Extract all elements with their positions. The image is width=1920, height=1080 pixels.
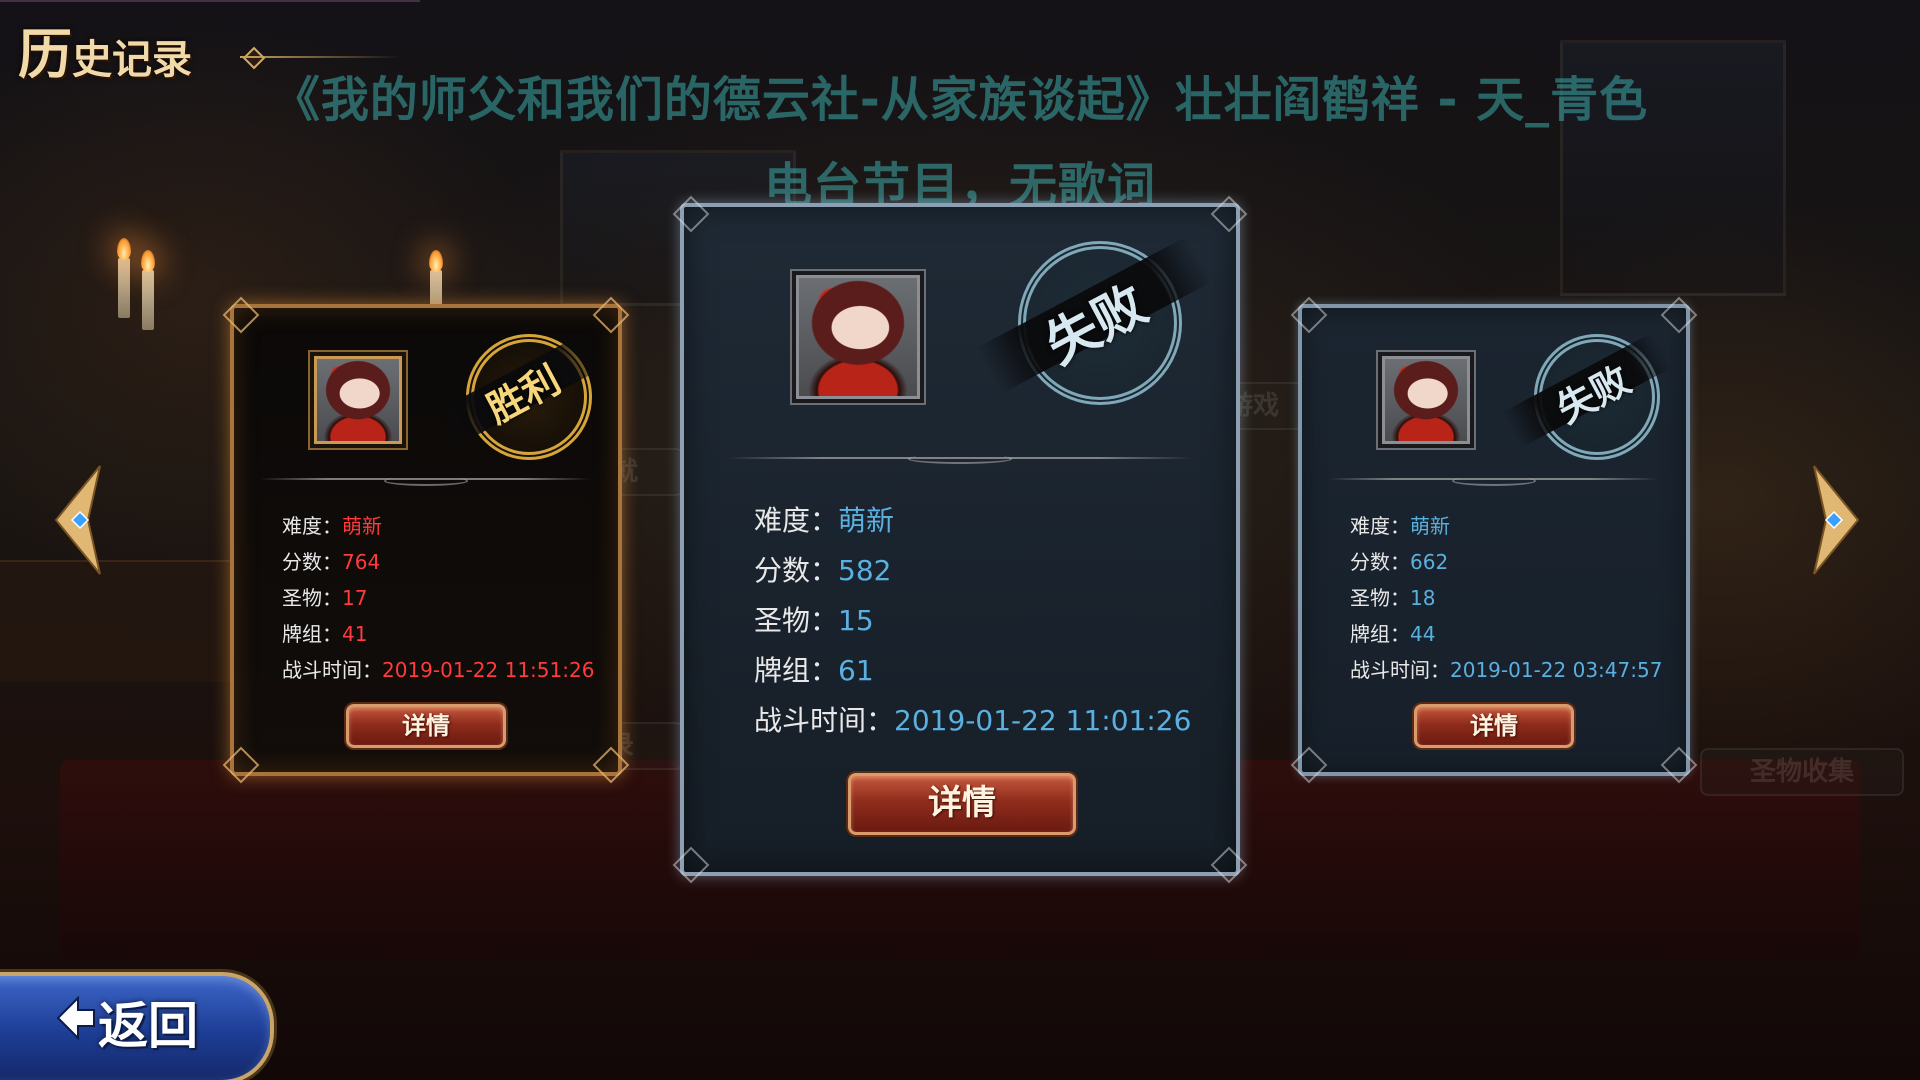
character-portrait: [314, 356, 402, 444]
arrow-left-icon: [54, 465, 101, 575]
next-arrow-icon[interactable]: [1806, 462, 1862, 578]
background-relic-collection-button: 圣物收集: [1700, 748, 1904, 796]
history-card-center[interactable]: 失败 难度：萌新 分数：582 圣物：15 牌组：61 战斗时间：2019-01…: [672, 195, 1248, 884]
header-underline: [240, 56, 400, 58]
stat-difficulty: 难度：萌新: [282, 514, 382, 538]
character-portrait-image: [1385, 359, 1467, 441]
card-divider-ornament: [908, 454, 1012, 464]
back-button[interactable]: 返回: [0, 966, 280, 1080]
character-portrait: [1382, 356, 1470, 444]
candle-flame-decor: [429, 250, 443, 272]
stat-relics: 圣物：15: [754, 604, 874, 637]
history-screen: 成就 开始游戏 历史记录 圣物收集 历史记录 《我的师父和我们的德云社-从家族谈…: [0, 0, 1920, 1080]
stat-deck: 牌组：41: [282, 622, 368, 646]
stat-difficulty: 难度：萌新: [754, 504, 895, 537]
stat-battle-time: 战斗时间：2019-01-22 03:47:57: [1350, 658, 1663, 682]
stat-relics: 圣物：17: [282, 586, 368, 610]
frame-corner-ornament: [1290, 296, 1328, 334]
stat-battle-time: 战斗时间：2019-01-22 11:01:26: [754, 704, 1192, 737]
character-portrait: [796, 275, 920, 399]
character-portrait-image: [799, 278, 917, 396]
character-portrait-image: [317, 359, 399, 441]
stat-relics: 圣物：18: [1350, 586, 1436, 610]
card-divider-ornament: [384, 476, 468, 486]
detail-button[interactable]: 详情: [848, 773, 1076, 835]
stat-score: 分数：582: [754, 554, 892, 587]
back-arrow-icon: [56, 996, 95, 1040]
stat-battle-time: 战斗时间：2019-01-22 11:51:26: [282, 658, 595, 682]
background-shelf: [0, 560, 230, 682]
stat-score: 分数：662: [1350, 550, 1449, 574]
candle-decor: [118, 258, 130, 318]
frame-corner-ornament: [222, 296, 260, 334]
candle-decor: [142, 270, 154, 330]
history-card-right[interactable]: 失败 难度：萌新 分数：662 圣物：18 牌组：44 战斗时间：2019-01…: [1290, 296, 1698, 784]
candle-flame-decor: [141, 250, 155, 272]
stat-deck: 牌组：61: [754, 654, 874, 687]
detail-button[interactable]: 详情: [1414, 704, 1574, 748]
stat-deck: 牌组：44: [1350, 622, 1436, 646]
detail-button[interactable]: 详情: [346, 704, 506, 748]
candle-flame-decor: [117, 238, 131, 260]
previous-arrow-icon[interactable]: [52, 462, 108, 578]
stat-difficulty: 难度：萌新: [1350, 514, 1450, 538]
stat-score: 分数：764: [282, 550, 381, 574]
frame-corner-ornament: [1660, 296, 1698, 334]
card-divider-ornament: [1452, 476, 1536, 486]
back-button-label: 返回: [98, 996, 198, 1055]
history-card-left[interactable]: 胜利 难度：萌新 分数：764 圣物：17 牌组：41 战斗时间：2019-01…: [222, 296, 630, 784]
overlay-text-line1: 《我的师父和我们的德云社-从家族谈起》壮壮阎鹤祥 - 天_青色: [271, 72, 1649, 128]
arrow-right-icon: [1813, 465, 1860, 575]
